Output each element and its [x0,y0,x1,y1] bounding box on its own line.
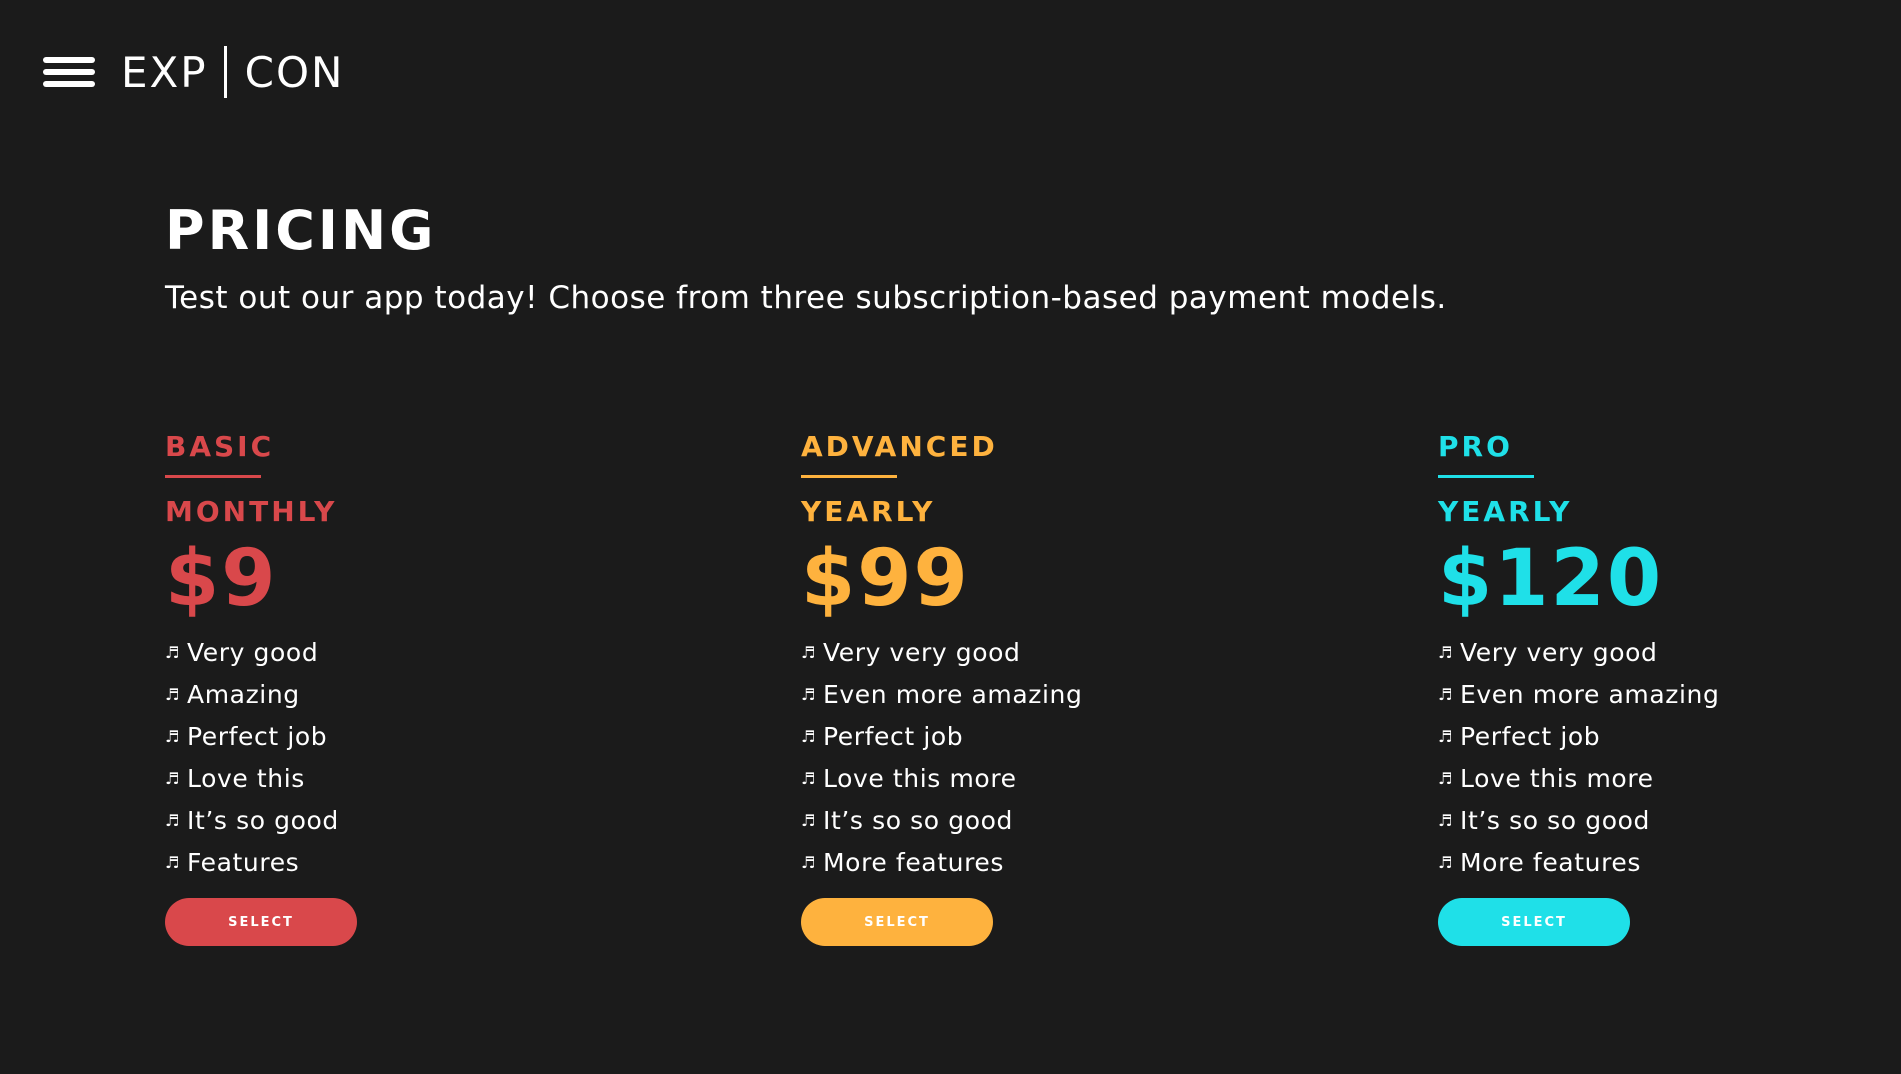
hamburger-bar [43,57,95,63]
feature-label: Features [187,848,300,877]
feature-label: Very very good [823,638,1021,667]
plan-period: MONTHLY [165,495,338,528]
music-note-icon: ♬ [801,727,816,746]
feature-label: Love this more [823,764,1017,793]
music-note-icon: ♬ [1438,727,1453,746]
feature-item: ♬ Perfect job [801,716,1361,758]
select-advanced-button[interactable]: SELECT [801,898,993,946]
feature-label: It’s so so good [1460,806,1650,835]
music-note-icon: ♬ [165,727,180,746]
music-note-icon: ♬ [801,853,816,872]
feature-label: It’s so good [187,806,339,835]
feature-item: ♬ Features [165,842,725,884]
feature-label: Even more amazing [1460,680,1720,709]
feature-label: Very very good [1460,638,1658,667]
music-note-icon: ♬ [165,811,180,830]
feature-label: Very good [187,638,319,667]
feature-label: Perfect job [1460,722,1601,751]
feature-item: ♬ Love this more [1438,758,1901,800]
music-note-icon: ♬ [1438,685,1453,704]
feature-item: ♬ Very very good [801,632,1361,674]
plan-price: $99 [801,534,970,624]
plan-name-underline [801,475,897,478]
hamburger-bar [43,81,95,87]
feature-item: ♬ Even more amazing [801,674,1361,716]
plan-name: ADVANCED [801,430,998,463]
feature-item: ♬ Very very good [1438,632,1901,674]
feature-label: Amazing [187,680,300,709]
feature-label: Even more amazing [823,680,1083,709]
feature-list: ♬ Very very good ♬ Even more amazing ♬ Perf… [1438,632,1901,884]
music-note-icon: ♬ [165,853,180,872]
feature-item: ♬ Perfect job [1438,716,1901,758]
feature-label: Love this [187,764,305,793]
music-note-icon: ♬ [801,769,816,788]
feature-item: ♬ Even more amazing [1438,674,1901,716]
feature-item: ♬ It’s so so good [801,800,1361,842]
feature-label: Perfect job [823,722,964,751]
feature-item: ♬ Love this [165,758,725,800]
music-note-icon: ♬ [1438,643,1453,662]
plan-period: YEARLY [801,495,936,528]
music-note-icon: ♬ [1438,769,1453,788]
page-title: PRICING [165,199,437,262]
feature-list: ♬ Very very good ♬ Even more amazing ♬ Perf… [801,632,1361,884]
logo-left-text: EXP [121,47,208,97]
music-note-icon: ♬ [1438,811,1453,830]
select-basic-button[interactable]: SELECT [165,898,357,946]
feature-label: Perfect job [187,722,328,751]
plan-name-underline [1438,475,1534,478]
plan-price: $120 [1438,534,1664,624]
plan-advanced: ADVANCED YEARLY $99 ♬ Very very good ♬ Eve… [801,428,1361,946]
page-subtitle: Test out our app today! Choose from thre… [165,280,1447,316]
header: EXP CON [43,45,344,99]
plan-period: YEARLY [1438,495,1573,528]
feature-item: ♬ More features [801,842,1361,884]
feature-item: ♬ It’s so good [165,800,725,842]
logo[interactable]: EXP CON [121,46,344,98]
hamburger-bar [43,69,95,75]
feature-item: ♬ Amazing [165,674,725,716]
feature-item: ♬ Very good [165,632,725,674]
music-note-icon: ♬ [1438,853,1453,872]
feature-label: It’s so so good [823,806,1013,835]
feature-label: Love this more [1460,764,1654,793]
feature-list: ♬ Very good ♬ Amazing ♬ Perfect job ♬ Love t… [165,632,725,884]
plan-basic: BASIC MONTHLY $9 ♬ Very good ♬ Amazing ♬ Pe… [165,428,725,946]
music-note-icon: ♬ [165,643,180,662]
feature-item: ♬ Perfect job [165,716,725,758]
hero-section: PRICING Test out our app today! Choose f… [165,198,1447,318]
plan-name: BASIC [165,430,275,463]
feature-item: ♬ Love this more [801,758,1361,800]
logo-right-text: CON [244,47,345,97]
feature-label: More features [823,848,1005,877]
music-note-icon: ♬ [801,685,816,704]
plan-pro: PRO YEARLY $120 ♬ Very very good ♬ Even mo… [1438,428,1901,946]
logo-divider [223,46,227,98]
music-note-icon: ♬ [801,811,816,830]
feature-item: ♬ More features [1438,842,1901,884]
hamburger-menu-icon[interactable] [43,57,95,87]
plan-price: $9 [165,534,278,624]
music-note-icon: ♬ [165,769,180,788]
plan-name: PRO [1438,430,1513,463]
select-pro-button[interactable]: SELECT [1438,898,1630,946]
feature-label: More features [1460,848,1642,877]
plan-name-underline [165,475,261,478]
feature-item: ♬ It’s so so good [1438,800,1901,842]
music-note-icon: ♬ [801,643,816,662]
music-note-icon: ♬ [165,685,180,704]
